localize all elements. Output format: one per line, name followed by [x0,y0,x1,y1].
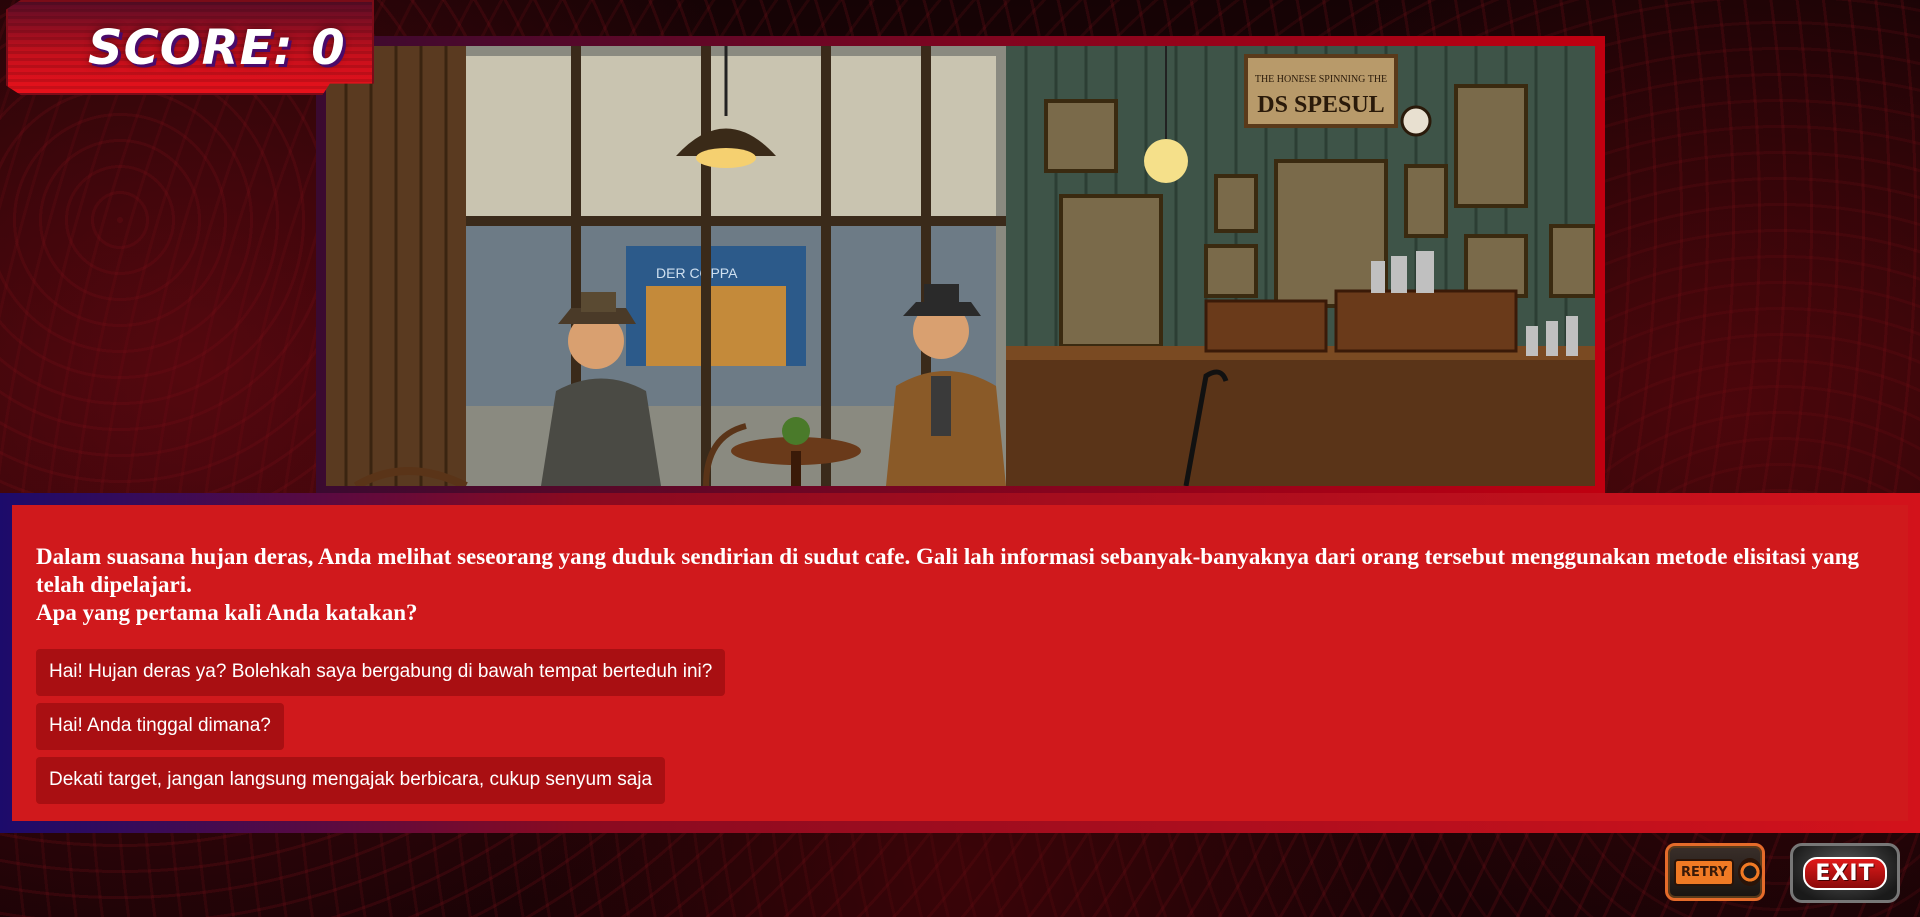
cafe-scene-illustration: DER COPPA THE HONESE SPINNING THE DS SPE… [326,46,1595,486]
choice-button-3[interactable]: Dekati target, jangan langsung mengajak … [36,757,666,804]
choice-button-2[interactable]: Hai! Anda tinggal dimana? [36,703,284,750]
score-label: SCORE: 0 [88,19,346,76]
shop-sign-text: DER COPPA [656,265,738,281]
dialog-frame: Dalam suasana hujan deras, Anda melihat … [0,493,1920,833]
retry-knob-icon [1738,858,1762,886]
retry-label: RETRY [1674,858,1735,886]
sign-line2: DS SPESUL [1257,92,1384,118]
retry-button[interactable]: RETRY [1665,843,1765,901]
cafe-scene-art: DER COPPA THE HONESE SPINNING THE DS SPE… [326,46,1595,486]
exit-button[interactable]: EXIT [1790,843,1900,903]
question-prompt: Apa yang pertama kali Anda katakan? [36,600,418,625]
sign-line1: THE HONESE SPINNING THE [1255,74,1387,85]
choice-button-1[interactable]: Hai! Hujan deras ya? Bolehkah saya berga… [36,649,726,696]
question-text: Dalam suasana hujan deras, Anda melihat … [36,543,1884,627]
exit-label: EXIT [1803,856,1887,890]
dialog-box: Dalam suasana hujan deras, Anda melihat … [12,505,1908,821]
choice-list: Hai! Hujan deras ya? Bolehkah saya berga… [36,649,1884,804]
score-panel: SCORE: 0 [6,0,374,95]
question-narrative: Dalam suasana hujan deras, Anda melihat … [36,544,1860,597]
scene-frame: DER COPPA THE HONESE SPINNING THE DS SPE… [316,36,1605,496]
